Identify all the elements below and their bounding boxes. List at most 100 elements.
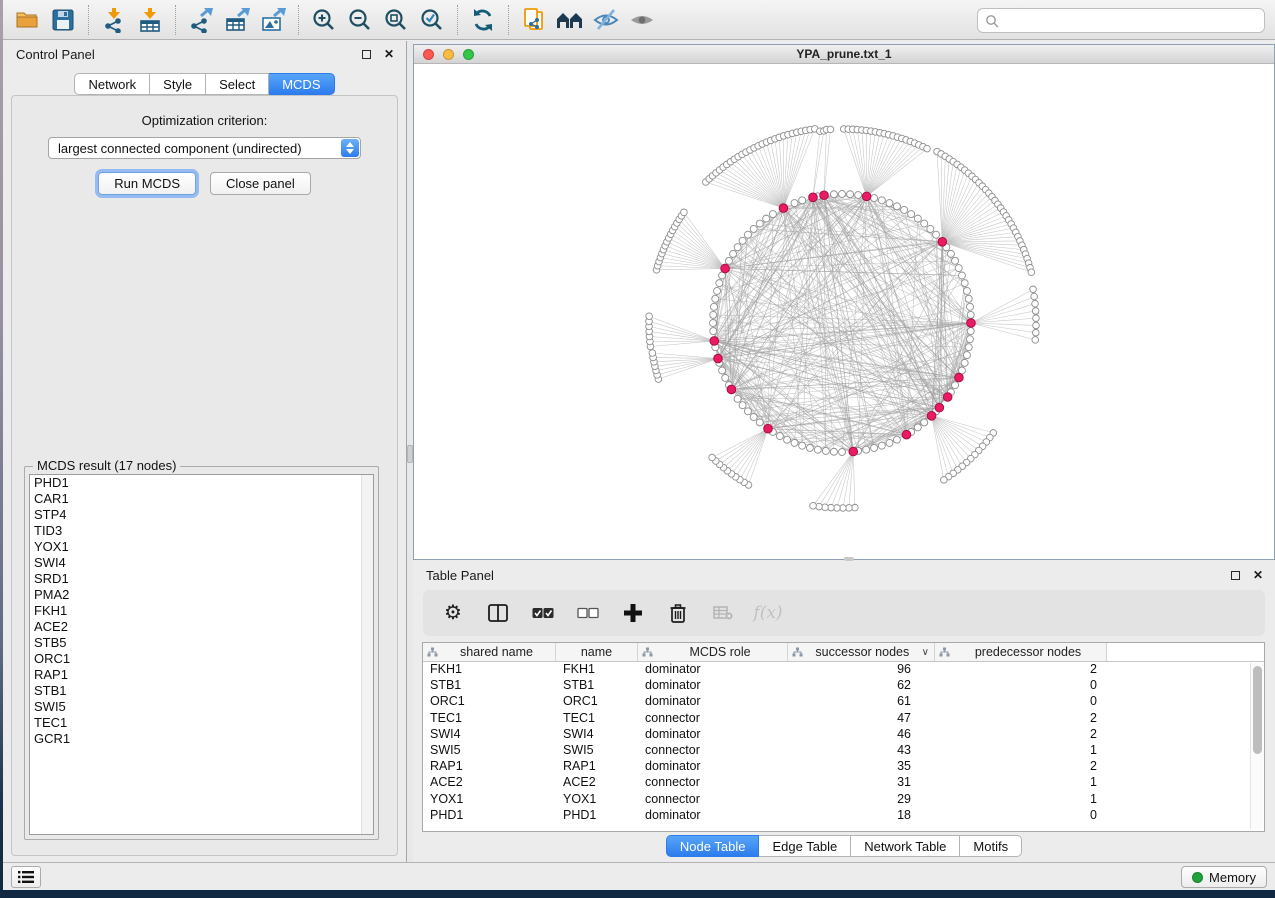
dominator-node[interactable] (764, 424, 773, 433)
float-panel-button[interactable] (359, 47, 373, 61)
ring-node[interactable] (750, 414, 757, 421)
ring-node[interactable] (886, 439, 893, 446)
dominator-node[interactable] (727, 385, 736, 394)
ring-node[interactable] (878, 442, 885, 449)
ring-node[interactable] (750, 225, 757, 232)
dominator-node[interactable] (714, 354, 723, 363)
close-table-panel-button[interactable]: ✕ (1251, 568, 1265, 582)
ring-node[interactable] (927, 225, 934, 232)
ring-node[interactable] (716, 280, 723, 287)
open-file-button[interactable] (9, 3, 45, 37)
share-document-button[interactable] (516, 3, 552, 37)
mcds-result-item[interactable]: CAR1 (30, 491, 373, 507)
ring-node[interactable] (722, 374, 729, 381)
mcds-result-item[interactable]: TID3 (30, 523, 373, 539)
export-network-button[interactable] (183, 3, 219, 37)
task-history-button[interactable] (11, 866, 41, 888)
table-scrollbar[interactable] (1250, 663, 1263, 829)
satellite-node[interactable] (1033, 322, 1040, 329)
ring-node[interactable] (947, 250, 954, 257)
show-columns-button[interactable] (486, 601, 510, 625)
satellite-node[interactable] (649, 350, 656, 357)
mcds-result-item[interactable]: SWI5 (30, 699, 373, 715)
satellite-node[interactable] (646, 313, 653, 320)
ring-node[interactable] (893, 436, 900, 443)
ring-node[interactable] (863, 446, 870, 453)
ring-node[interactable] (739, 237, 746, 244)
mcds-result-item[interactable]: ACE2 (30, 619, 373, 635)
mcds-result-item[interactable]: TEC1 (30, 715, 373, 731)
satellite-node[interactable] (1033, 315, 1040, 322)
zoom-out-button[interactable] (342, 3, 378, 37)
table-row[interactable]: STB1STB1dominator620 (423, 678, 1264, 694)
satellite-node[interactable] (1030, 286, 1037, 293)
column-header-MCDS-role[interactable]: MCDS role (638, 643, 788, 661)
dominator-node[interactable] (935, 403, 944, 412)
ring-node[interactable] (967, 311, 974, 318)
dominator-node[interactable] (902, 430, 911, 439)
satellite-node[interactable] (1032, 337, 1039, 344)
ring-node[interactable] (784, 436, 791, 443)
import-table-button[interactable] (132, 3, 168, 37)
satellite-node[interactable] (1028, 269, 1035, 276)
dominator-node[interactable] (955, 373, 964, 382)
ring-node[interactable] (908, 211, 915, 218)
search-input[interactable] (1004, 13, 1257, 28)
ring-node[interactable] (893, 203, 900, 210)
ring-node[interactable] (814, 446, 821, 453)
mcds-result-item[interactable]: YOX1 (30, 539, 373, 555)
ring-node[interactable] (963, 287, 970, 294)
mcds-result-item[interactable]: GCR1 (30, 731, 373, 747)
ring-node[interactable] (756, 220, 763, 227)
satellite-node[interactable] (941, 477, 948, 484)
table-row[interactable]: ACE2ACE2connector311 (423, 775, 1264, 791)
mcds-result-item[interactable]: SWI4 (30, 555, 373, 571)
refresh-view-button[interactable] (465, 3, 501, 37)
ring-node[interactable] (734, 395, 741, 402)
tab-mcds[interactable]: MCDS (269, 73, 334, 95)
dominator-node[interactable] (927, 411, 936, 420)
ring-node[interactable] (744, 408, 751, 415)
ring-node[interactable] (958, 272, 965, 279)
ring-node[interactable] (791, 200, 798, 207)
table-row[interactable]: FKH1FKH1dominator962 (423, 662, 1264, 678)
ring-node[interactable] (847, 191, 854, 198)
ring-node[interactable] (725, 257, 732, 264)
ring-node[interactable] (963, 352, 970, 359)
ring-node[interactable] (965, 344, 972, 351)
tab-style[interactable]: Style (150, 73, 206, 95)
table-row[interactable]: RAP1RAP1dominator352 (423, 759, 1264, 775)
ring-node[interactable] (734, 244, 741, 251)
mcds-result-item[interactable]: STB5 (30, 635, 373, 651)
list-scrollbar[interactable] (361, 475, 373, 834)
ring-node[interactable] (933, 231, 940, 238)
dominator-node[interactable] (710, 337, 719, 346)
export-table-button[interactable] (219, 3, 255, 37)
table-row[interactable]: TEC1TEC1connector472 (423, 711, 1264, 727)
ring-node[interactable] (719, 367, 726, 374)
tab-edge-table[interactable]: Edge Table (759, 835, 851, 857)
ring-node[interactable] (710, 328, 717, 335)
column-header-name[interactable]: name (556, 643, 638, 661)
ring-node[interactable] (965, 295, 972, 302)
ring-node[interactable] (839, 191, 846, 198)
ring-node[interactable] (830, 448, 837, 455)
tab-motifs[interactable]: Motifs (960, 835, 1022, 857)
mcds-result-item[interactable]: RAP1 (30, 667, 373, 683)
show-all-button[interactable] (624, 3, 660, 37)
ring-node[interactable] (756, 419, 763, 426)
mcds-result-item[interactable]: FKH1 (30, 603, 373, 619)
ring-node[interactable] (952, 257, 959, 264)
float-table-panel-button[interactable] (1228, 568, 1242, 582)
table-row[interactable]: ORC1ORC1dominator610 (423, 694, 1264, 710)
network-titlebar[interactable]: YPA_prune.txt_1 (414, 45, 1274, 64)
dominator-node[interactable] (809, 193, 818, 202)
criterion-select[interactable]: largest connected component (undirected) (48, 137, 361, 159)
ring-node[interactable] (791, 439, 798, 446)
deselect-all-button[interactable] (576, 601, 600, 625)
delete-table-button[interactable] (711, 601, 735, 625)
dominator-node[interactable] (943, 393, 952, 402)
ring-node[interactable] (966, 336, 973, 343)
satellite-node[interactable] (1032, 329, 1039, 336)
run-mcds-button[interactable]: Run MCDS (98, 172, 196, 195)
